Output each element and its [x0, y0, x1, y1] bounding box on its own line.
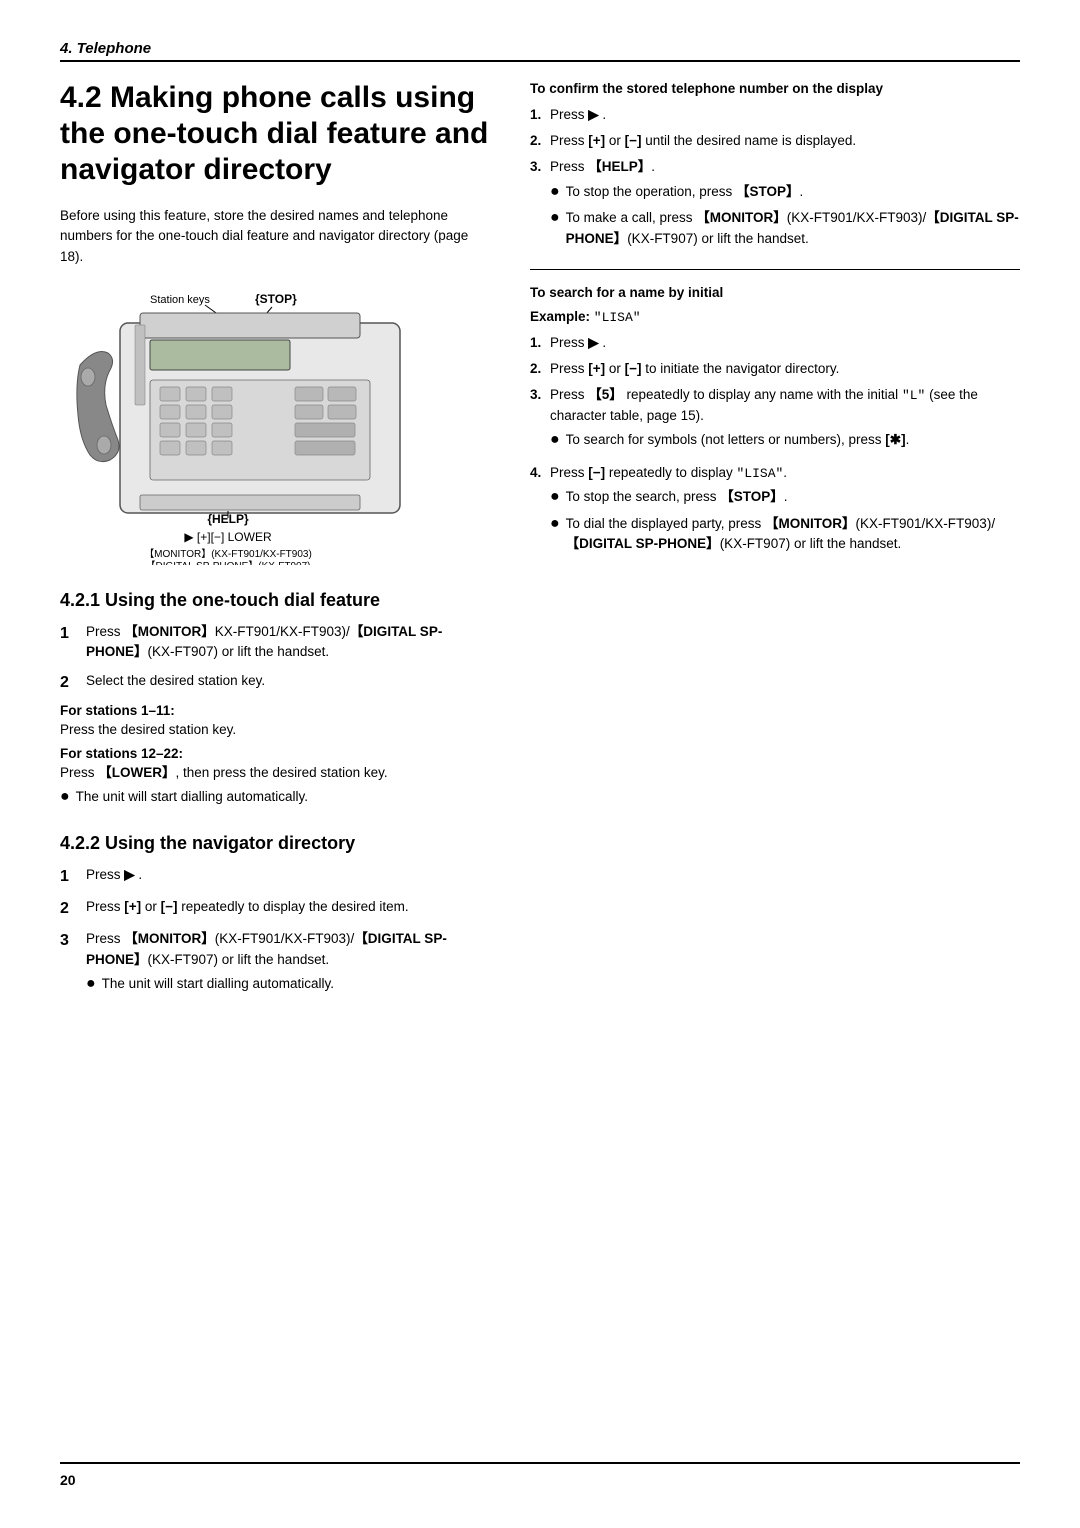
search-bullet-dot-3: ●: [550, 514, 560, 555]
section-421-bullets: ● The unit will start dialling automatic…: [60, 787, 490, 808]
search-steps: 1. Press ▶ . 2. Press [+] or [−] to init…: [530, 333, 1020, 561]
right-column: To confirm the stored telephone number o…: [530, 80, 1020, 1005]
confirm-heading-text: To confirm the stored telephone number o…: [530, 81, 883, 96]
bullet-422-3-auto: ● The unit will start dialling automatic…: [86, 974, 490, 995]
step-num-1: 1: [60, 622, 78, 663]
step-422-content-2: Press [+] or [−] repeatedly to display t…: [86, 897, 490, 921]
step-422-2: 2 Press [+] or [−] repeatedly to display…: [60, 897, 490, 921]
search-step-4-bullets: ● To stop the search, press 【STOP】. ● To…: [550, 487, 1020, 554]
confirm-step-2-num: 2.: [530, 131, 544, 151]
fax-svg: Station keys {STOP}: [60, 285, 460, 565]
step-422-1: 1 Press ▶ .: [60, 865, 490, 889]
section-421-heading: 4.2.1 Using the one-touch dial feature: [60, 589, 490, 612]
search-step-1: 1. Press ▶ .: [530, 333, 1020, 353]
search-step-3-bullets: ● To search for symbols (not letters or …: [550, 430, 1020, 451]
section-422-steps: 1 Press ▶ . 2 Press [+] or [−] repeatedl…: [60, 865, 490, 996]
section-422-heading: 4.2.2 Using the navigator directory: [60, 832, 490, 855]
step-num-2: 2: [60, 671, 78, 695]
confirm-bullet-stop-text: To stop the operation, press 【STOP】.: [566, 182, 804, 203]
search-step-4: 4. Press [−] repeatedly to display "LISA…: [530, 463, 1020, 561]
confirm-step-3-num: 3.: [530, 157, 544, 255]
confirm-step-3-text: Press 【HELP】. ● To stop the operation, p…: [550, 157, 1020, 255]
search-bullet-dial-text: To dial the displayed party, press 【MONI…: [566, 514, 1020, 555]
bullet-421-auto-dial-text: The unit will start dialling automatical…: [76, 787, 308, 808]
search-bullet-symbols: ● To search for symbols (not letters or …: [550, 430, 1020, 451]
search-heading-text: To search for a name by initial: [530, 285, 723, 300]
left-column: 4.2 Making phone calls using the one-tou…: [60, 80, 490, 1005]
fax-illustration: Station keys {STOP}: [60, 285, 460, 565]
confirm-bullet-call-text: To make a call, press 【MONITOR】(KX-FT901…: [566, 208, 1020, 249]
step-422-content-1: Press ▶ .: [86, 865, 490, 889]
svg-text:【DIGITAL SP-PHONE】(KX-FT907): 【DIGITAL SP-PHONE】(KX-FT907): [145, 560, 310, 565]
for-stations-1-11-text: Press the desired station key.: [60, 720, 490, 740]
search-step-3: 3. Press 【5】 repeatedly to display any n…: [530, 385, 1020, 457]
search-bullet-stop: ● To stop the search, press 【STOP】.: [550, 487, 1020, 508]
search-bullet-dot-1: ●: [550, 430, 560, 451]
search-step-3-text: Press 【5】 repeatedly to display any name…: [550, 385, 1020, 457]
step-421-2: 2 Select the desired station key.: [60, 671, 490, 695]
bullet-422-3-auto-text: The unit will start dialling automatical…: [102, 974, 334, 995]
confirm-bullet-call: ● To make a call, press 【MONITOR】(KX-FT9…: [550, 208, 1020, 249]
section-header: 4. Telephone: [60, 40, 151, 57]
search-heading: To search for a name by initial: [530, 284, 1020, 303]
search-step-2-text: Press [+] or [−] to initiate the navigat…: [550, 359, 839, 379]
confirm-step-3-bullets: ● To stop the operation, press 【STOP】. ●…: [550, 182, 1020, 249]
svg-text:Station keys: Station keys: [150, 294, 210, 306]
step-422-3-bullets: ● The unit will start dialling automatic…: [86, 974, 490, 995]
search-step-1-text: Press ▶ .: [550, 333, 606, 353]
example-value: "LISA": [594, 310, 641, 325]
search-step-4-num: 4.: [530, 463, 544, 561]
confirm-bullet-dot-1: ●: [550, 182, 560, 203]
svg-text:{STOP}: {STOP}: [255, 292, 297, 306]
step-content-1: Press 【MONITOR】KX-FT901/KX-FT903)/【DIGIT…: [86, 622, 490, 663]
for-stations-12-22-label: For stations 12–22:: [60, 746, 490, 761]
search-example: Example: "LISA": [530, 309, 1020, 325]
confirm-step-3: 3. Press 【HELP】. ● To stop the operation…: [530, 157, 1020, 255]
step-422-content-3: Press 【MONITOR】(KX-FT901/KX-FT903)/【DIGI…: [86, 929, 490, 996]
for-stations-12-22-text: Press 【LOWER】, then press the desired st…: [60, 763, 490, 783]
search-step-2: 2. Press [+] or [−] to initiate the navi…: [530, 359, 1020, 379]
bottom-rule: [60, 1462, 1020, 1464]
svg-text:【MONITOR】(KX-FT901/KX-FT903): 【MONITOR】(KX-FT901/KX-FT903): [144, 548, 312, 560]
confirm-heading: To confirm the stored telephone number o…: [530, 80, 1020, 99]
mid-rule: [530, 269, 1020, 270]
bullet-dot-422: ●: [86, 974, 96, 995]
step-421-1: 1 Press 【MONITOR】KX-FT901/KX-FT903)/【DIG…: [60, 622, 490, 663]
confirm-step-1: 1. Press ▶ .: [530, 105, 1020, 125]
top-rule: [60, 60, 1020, 62]
step-422-num-3: 3: [60, 929, 78, 996]
confirm-step-2-text: Press [+] or [−] until the desired name …: [550, 131, 856, 151]
step-422-3: 3 Press 【MONITOR】(KX-FT901/KX-FT903)/【DI…: [60, 929, 490, 996]
bullet-dot: ●: [60, 787, 70, 808]
confirm-bullet-dot-2: ●: [550, 208, 560, 249]
confirm-step-1-text: Press ▶ .: [550, 105, 606, 125]
search-step-2-num: 2.: [530, 359, 544, 379]
chapter-title: 4.2 Making phone calls using the one-tou…: [60, 80, 490, 188]
section-421-steps: 1 Press 【MONITOR】KX-FT901/KX-FT903)/【DIG…: [60, 622, 490, 695]
confirm-bullet-stop: ● To stop the operation, press 【STOP】.: [550, 182, 1020, 203]
confirm-step-2: 2. Press [+] or [−] until the desired na…: [530, 131, 1020, 151]
confirm-step-1-num: 1.: [530, 105, 544, 125]
search-step-3-num: 3.: [530, 385, 544, 457]
search-step-4-text: Press [−] repeatedly to display "LISA". …: [550, 463, 1020, 561]
step-422-num-2: 2: [60, 897, 78, 921]
search-bullet-stop-text: To stop the search, press 【STOP】.: [566, 487, 788, 508]
step-content-2: Select the desired station key.: [86, 671, 490, 695]
example-label: Example:: [530, 309, 594, 324]
bottom-area: 20: [60, 1462, 1020, 1488]
confirm-steps: 1. Press ▶ . 2. Press [+] or [−] until t…: [530, 105, 1020, 255]
search-bullet-dial: ● To dial the displayed party, press 【MO…: [550, 514, 1020, 555]
for-stations-1-11-label: For stations 1–11:: [60, 703, 490, 718]
page-number: 20: [60, 1472, 1020, 1488]
search-bullet-dot-2: ●: [550, 487, 560, 508]
search-bullet-symbols-text: To search for symbols (not letters or nu…: [566, 430, 910, 451]
svg-text:▶ [+][−] LOWER: ▶ [+][−] LOWER: [184, 530, 272, 544]
main-columns: 4.2 Making phone calls using the one-tou…: [60, 80, 1020, 1005]
chapter-intro: Before using this feature, store the des…: [60, 206, 490, 267]
step-422-num-1: 1: [60, 865, 78, 889]
search-step-1-num: 1.: [530, 333, 544, 353]
page: 4. Telephone 4.2 Making phone calls usin…: [0, 0, 1080, 1528]
bullet-421-auto-dial: ● The unit will start dialling automatic…: [60, 787, 490, 808]
